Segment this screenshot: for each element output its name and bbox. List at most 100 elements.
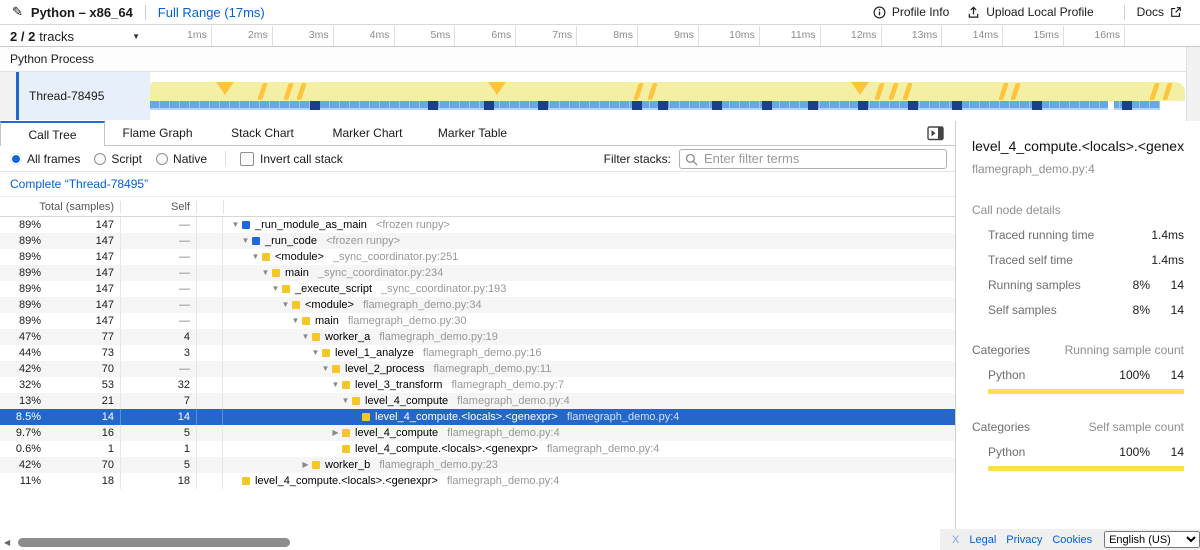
table-row[interactable]: 89%147—▼_run_code<frozen runpy> [0,233,955,249]
total-percent: 89% [0,281,45,297]
total-percent: 47% [0,329,45,345]
collapse-icon[interactable]: ▼ [299,329,312,345]
tracks-dropdown[interactable]: 2 / 2 tracks ▼ [0,26,150,46]
collapse-icon[interactable]: ▼ [339,393,352,409]
column-header-self[interactable]: Self [121,201,197,213]
breadcrumb[interactable]: Complete “Thread-78495” [10,177,148,191]
full-range-button[interactable]: Full Range (17ms) [158,5,265,20]
table-row[interactable]: 89%147—▼<module>flamegraph_demo.py:34 [0,297,955,313]
collapse-icon[interactable]: ▼ [249,249,262,265]
function-name: _run_module_as_main [255,217,367,233]
collapse-icon[interactable]: ▼ [289,313,302,329]
collapse-icon[interactable]: ▼ [259,265,272,281]
table-row[interactable]: 32%5332▼level_3_transformflamegraph_demo… [0,377,955,393]
collapse-icon[interactable]: ▼ [239,233,252,249]
sample-dark-cell [808,101,818,110]
collapse-icon[interactable]: ▼ [229,217,242,233]
sidebar-toggle-button[interactable] [927,126,945,141]
category-square [282,285,290,293]
sample-dark-cell [952,101,962,110]
collapse-icon[interactable]: ▼ [319,361,332,377]
total-samples: 147 [45,313,121,329]
table-row[interactable]: 89%147—▼_execute_script_sync_coordinator… [0,281,955,297]
filter-stacks-input[interactable] [679,149,947,169]
file-location: flamegraph_demo.py:16 [423,345,542,361]
category-row: Python 100% 14 [972,445,1184,459]
footer-link-privacy[interactable]: Privacy [1006,534,1042,546]
table-row[interactable]: 89%147—▼main_sync_coordinator.py:234 [0,265,955,281]
timeline-ruler: 1ms2ms3ms4ms5ms6ms7ms8ms9ms10ms11ms12ms1… [150,26,1185,46]
row-spacer [197,313,223,329]
footer-link-legal[interactable]: Legal [969,534,996,546]
docs-link[interactable]: Docs [1137,5,1182,19]
radio-all-frames[interactable]: All frames [10,152,80,166]
total-percent: 89% [0,265,45,281]
language-select[interactable]: English (US) [1104,531,1200,548]
tab-flame-graph[interactable]: Flame Graph [105,121,210,145]
scroll-left-icon[interactable]: ◀ [4,538,10,547]
activity-graph [150,82,1185,101]
ruler-tick-label: 5ms [392,29,450,41]
table-row[interactable]: 42%70—▼level_2_processflamegraph_demo.py… [0,361,955,377]
footer-link-cookies[interactable]: Cookies [1052,534,1092,546]
external-link-icon [1170,6,1182,18]
profile-info-button[interactable]: Profile Info [873,5,949,19]
table-row[interactable]: 13%217▼level_4_computeflamegraph_demo.py… [0,393,955,409]
scrollbar-thumb[interactable] [18,538,290,547]
category-square [362,413,370,421]
process-track[interactable]: Python Process [0,47,1200,72]
thread-track-label[interactable]: Thread-78495 [19,72,150,120]
self-samples: — [121,265,197,281]
tree-cell: ▼level_4_computeflamegraph_demo.py:4 [223,393,955,409]
upload-profile-button[interactable]: Upload Local Profile [967,5,1093,19]
table-row[interactable]: 42%705▶worker_bflamegraph_demo.py:23 [0,457,955,473]
invert-call-stack-checkbox[interactable]: Invert call stack [240,152,343,166]
table-row[interactable]: 47%774▼worker_aflamegraph_demo.py:19 [0,329,955,345]
table-row[interactable]: 8.5%1414level_4_compute.<locals>.<genexp… [0,409,955,425]
ruler-tick-label: 2ms [210,29,268,41]
function-name: level_4_compute.<locals>.<genexpr> [355,441,538,457]
radio-script[interactable]: Script [94,152,142,166]
table-row[interactable]: 89%147—▼_run_module_as_main<frozen runpy… [0,217,955,233]
file-location: flamegraph_demo.py:4 [457,393,570,409]
table-row[interactable]: 0.6%11level_4_compute.<locals>.<genexpr>… [0,441,955,457]
footer-link-x[interactable]: X [952,534,959,546]
collapse-icon[interactable]: ▼ [329,377,342,393]
tab-stack-chart[interactable]: Stack Chart [210,121,315,145]
function-name: <module> [275,249,324,265]
tab-marker-table[interactable]: Marker Table [420,121,525,145]
collapse-icon[interactable]: ▼ [309,345,322,361]
expand-icon[interactable]: ▶ [299,457,312,473]
tab-call-tree[interactable]: Call Tree [0,121,105,146]
table-row[interactable]: 44%733▼level_1_analyzeflamegraph_demo.py… [0,345,955,361]
self-samples: — [121,233,197,249]
tracks-scrollbar[interactable] [1186,47,1200,121]
divider [225,151,226,166]
chevron-down-icon: ▼ [132,32,140,41]
total-samples: 70 [45,457,121,473]
file-location: flamegraph_demo.py:19 [379,329,498,345]
table-row[interactable]: 89%147—▼<module>_sync_coordinator.py:251 [0,249,955,265]
table-row[interactable]: 11%1818level_4_compute.<locals>.<genexpr… [0,473,955,489]
table-row[interactable]: 89%147—▼mainflamegraph_demo.py:30 [0,313,955,329]
radio-native[interactable]: Native [156,152,207,166]
table-row[interactable]: 9.7%165▶level_4_computeflamegraph_demo.p… [0,425,955,441]
info-icon [873,6,886,19]
horizontal-scrollbar[interactable]: ◀ [0,536,940,549]
tab-bar: Call TreeFlame GraphStack ChartMarker Ch… [0,121,955,146]
edit-profile-name-icon[interactable]: ✎ [12,4,23,20]
column-header-total[interactable]: Total (samples) [0,201,121,213]
total-samples: 147 [45,281,121,297]
function-name: _run_code [265,233,317,249]
tab-marker-chart[interactable]: Marker Chart [315,121,420,145]
marker-slash-icon [1149,83,1160,100]
tree-cell: ▶worker_bflamegraph_demo.py:23 [223,457,955,473]
collapse-icon[interactable]: ▼ [269,281,282,297]
detail-row: Running samples 8% 14 [972,278,1184,292]
self-samples: 3 [121,345,197,361]
sample-dark-cell [484,101,494,110]
thread-activity-canvas[interactable] [150,72,1185,120]
expand-icon[interactable]: ▶ [329,425,342,441]
category-square [252,237,260,245]
collapse-icon[interactable]: ▼ [279,297,292,313]
